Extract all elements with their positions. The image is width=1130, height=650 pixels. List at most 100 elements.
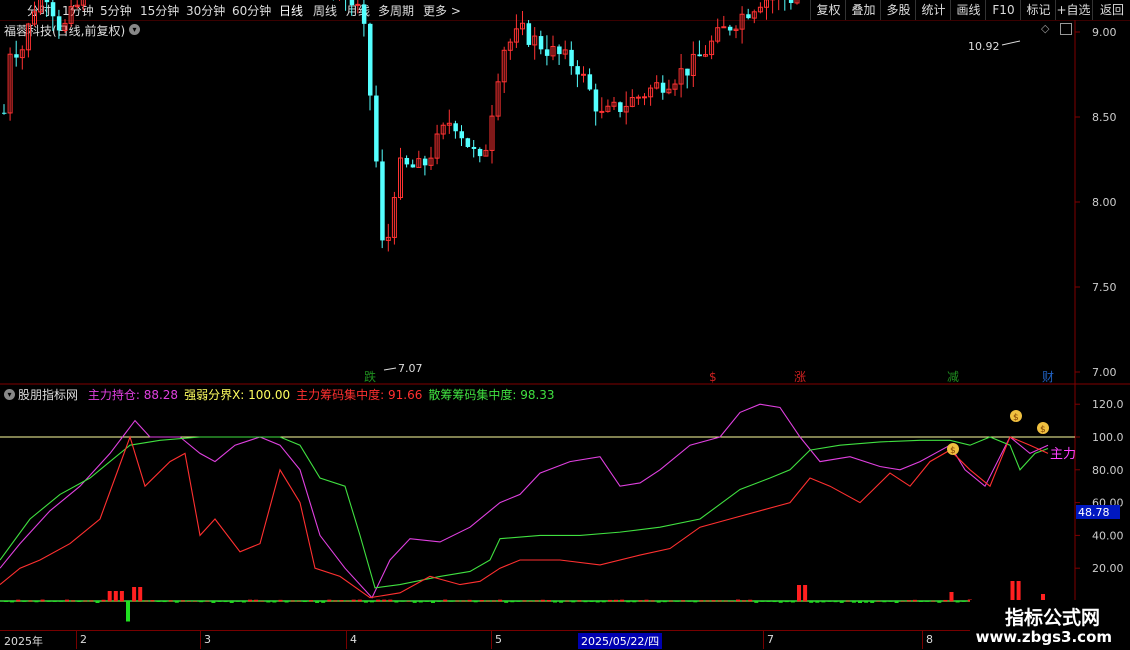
concentration-bar bbox=[717, 600, 722, 602]
candle-down bbox=[380, 161, 385, 241]
concentration-bar bbox=[10, 601, 15, 603]
date-label-2: 3 bbox=[204, 633, 211, 646]
event-marker-1: $ bbox=[709, 370, 717, 384]
event-marker-4: 财 bbox=[1042, 370, 1054, 384]
candle-down bbox=[374, 95, 379, 162]
concentration-bar bbox=[870, 601, 875, 603]
concentration-bar bbox=[34, 601, 39, 603]
concentration-bar bbox=[1010, 581, 1015, 602]
concentration-bar bbox=[888, 601, 893, 602]
concentration-bar bbox=[461, 600, 466, 602]
date-tick bbox=[922, 631, 923, 649]
concentration-bar bbox=[766, 601, 771, 602]
concentration-bar bbox=[339, 600, 344, 602]
concentration-bar bbox=[961, 601, 966, 602]
concentration-bar bbox=[89, 600, 94, 602]
date-label-5: 2025/05/22/四 bbox=[578, 633, 663, 649]
date-label-3: 4 bbox=[350, 633, 357, 646]
concentration-bar bbox=[931, 600, 936, 602]
concentration-bar bbox=[266, 601, 271, 603]
concentration-bar bbox=[522, 600, 527, 602]
concentration-bar bbox=[309, 600, 313, 602]
concentration-bar bbox=[473, 601, 478, 603]
concentration-bar bbox=[528, 600, 533, 602]
concentration-bar bbox=[589, 601, 594, 603]
concentration-bar bbox=[790, 601, 795, 603]
event-marker-2: 涨 bbox=[794, 369, 806, 384]
concentration-bar bbox=[565, 600, 570, 602]
concentration-bar bbox=[723, 600, 728, 602]
concentration-bar bbox=[504, 601, 509, 603]
candle-down bbox=[459, 131, 464, 139]
concentration-bar bbox=[595, 601, 600, 603]
candle-down bbox=[593, 89, 599, 112]
concentration-bar bbox=[302, 601, 307, 603]
concentration-bar bbox=[187, 600, 191, 602]
concentration-bar bbox=[559, 601, 564, 603]
concentration-bar bbox=[52, 601, 57, 602]
candle-down bbox=[471, 146, 477, 149]
concentration-bar bbox=[95, 601, 100, 603]
concentration-bar bbox=[363, 601, 368, 603]
concentration-bar bbox=[101, 599, 106, 602]
concentration-bar bbox=[632, 601, 637, 603]
candle-down bbox=[368, 23, 373, 96]
concentration-bar bbox=[553, 601, 557, 603]
indicator-field-2: 主力筹码集中度: 91.66 bbox=[296, 388, 423, 402]
concentration-bar bbox=[510, 601, 515, 603]
candle-down bbox=[569, 49, 574, 67]
concentration-bar bbox=[943, 599, 948, 602]
concentration-bar bbox=[28, 600, 33, 602]
concentration-bar bbox=[949, 592, 954, 602]
concentration-bar bbox=[620, 599, 625, 602]
candle-down bbox=[465, 138, 471, 147]
concentration-bar bbox=[803, 585, 808, 602]
concentration-bar bbox=[345, 600, 350, 602]
candle-up bbox=[599, 110, 605, 113]
concentration-bar bbox=[290, 600, 295, 602]
low-pointer bbox=[383, 367, 397, 371]
concentration-bar bbox=[644, 599, 649, 602]
concentration-bar bbox=[370, 601, 374, 603]
date-tick bbox=[200, 631, 201, 649]
concentration-bar bbox=[900, 600, 905, 602]
indicator-axis-label: 80.00 bbox=[1092, 464, 1124, 477]
concentration-bar bbox=[516, 601, 521, 602]
date-label-4: 5 bbox=[495, 633, 502, 646]
date-label-0: 2025年 bbox=[4, 635, 43, 648]
concentration-bar bbox=[809, 601, 814, 603]
kline-chart[interactable]: 10.5010.009.509.008.508.007.507.00120.01… bbox=[0, 0, 1130, 650]
concentration-bar bbox=[821, 601, 826, 603]
concentration-bar bbox=[778, 601, 783, 603]
concentration-bar bbox=[351, 599, 356, 602]
concentration-bar bbox=[577, 600, 582, 602]
concentration-bar bbox=[937, 601, 942, 603]
concentration-bar bbox=[284, 601, 289, 603]
concentration-bar bbox=[742, 600, 747, 602]
concentration-bar bbox=[156, 601, 161, 602]
chevron-down-icon[interactable]: ▾ bbox=[4, 389, 15, 400]
concentration-bar bbox=[668, 600, 673, 602]
concentration-bar bbox=[1016, 581, 1021, 602]
candle-down bbox=[746, 14, 751, 19]
concentration-bar bbox=[150, 600, 155, 602]
candle-down bbox=[788, 0, 794, 3]
concentration-bar bbox=[925, 601, 930, 602]
concentration-bar bbox=[260, 600, 265, 602]
concentration-bar bbox=[22, 601, 27, 602]
candle-down bbox=[544, 49, 550, 56]
concentration-bar bbox=[418, 601, 423, 603]
concentration-bar bbox=[321, 601, 326, 603]
concentration-bar bbox=[583, 601, 588, 603]
concentration-bar bbox=[919, 601, 923, 602]
concentration-bar bbox=[711, 600, 716, 602]
concentration-bar bbox=[467, 599, 472, 602]
concentration-bar bbox=[40, 599, 45, 602]
money-bag-symbol: $ bbox=[1013, 413, 1019, 423]
concentration-bar bbox=[540, 599, 545, 602]
concentration-bar bbox=[839, 601, 844, 603]
watermark-line1: 指标公式网 bbox=[1004, 607, 1100, 629]
concentration-bar bbox=[638, 600, 643, 602]
concentration-bar bbox=[248, 599, 252, 602]
concentration-bar bbox=[492, 600, 496, 602]
